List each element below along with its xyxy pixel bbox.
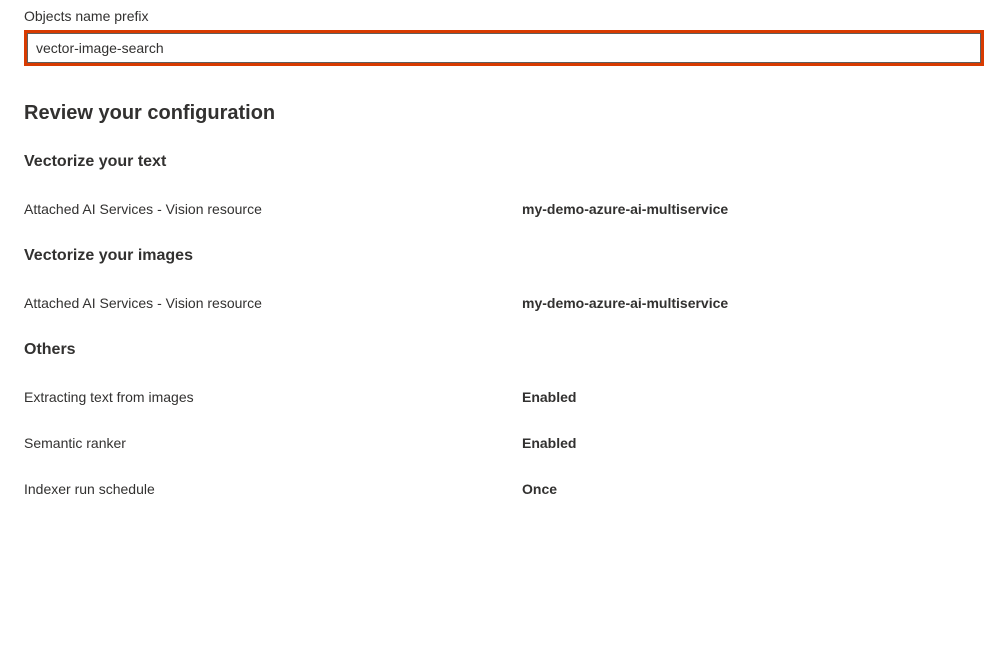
vectorize-images-resource-label: Attached AI Services - Vision resource — [24, 295, 522, 311]
vectorize-text-resource-label: Attached AI Services - Vision resource — [24, 201, 522, 217]
others-section: Others Extracting text from images Enabl… — [24, 341, 984, 497]
config-row: Attached AI Services - Vision resource m… — [24, 295, 984, 311]
vectorize-text-heading: Vectorize your text — [24, 153, 984, 171]
vectorize-images-heading: Vectorize your images — [24, 247, 984, 265]
objects-name-prefix-highlight — [24, 30, 984, 66]
config-row: Indexer run schedule Once — [24, 481, 984, 497]
review-heading: Review your configuration — [24, 102, 984, 125]
vectorize-images-section: Vectorize your images Attached AI Servic… — [24, 247, 984, 311]
others-heading: Others — [24, 341, 984, 359]
vectorize-images-resource-value: my-demo-azure-ai-multiservice — [522, 295, 728, 311]
extracting-text-value: Enabled — [522, 389, 576, 405]
vectorize-text-resource-value: my-demo-azure-ai-multiservice — [522, 201, 728, 217]
config-row: Extracting text from images Enabled — [24, 389, 984, 405]
extracting-text-label: Extracting text from images — [24, 389, 522, 405]
config-row: Semantic ranker Enabled — [24, 435, 984, 451]
vectorize-text-section: Vectorize your text Attached AI Services… — [24, 153, 984, 217]
objects-name-prefix-input[interactable] — [27, 33, 981, 63]
semantic-ranker-label: Semantic ranker — [24, 435, 522, 451]
config-row: Attached AI Services - Vision resource m… — [24, 201, 984, 217]
semantic-ranker-value: Enabled — [522, 435, 576, 451]
indexer-schedule-value: Once — [522, 481, 557, 497]
indexer-schedule-label: Indexer run schedule — [24, 481, 522, 497]
objects-name-prefix-label: Objects name prefix — [24, 8, 984, 24]
